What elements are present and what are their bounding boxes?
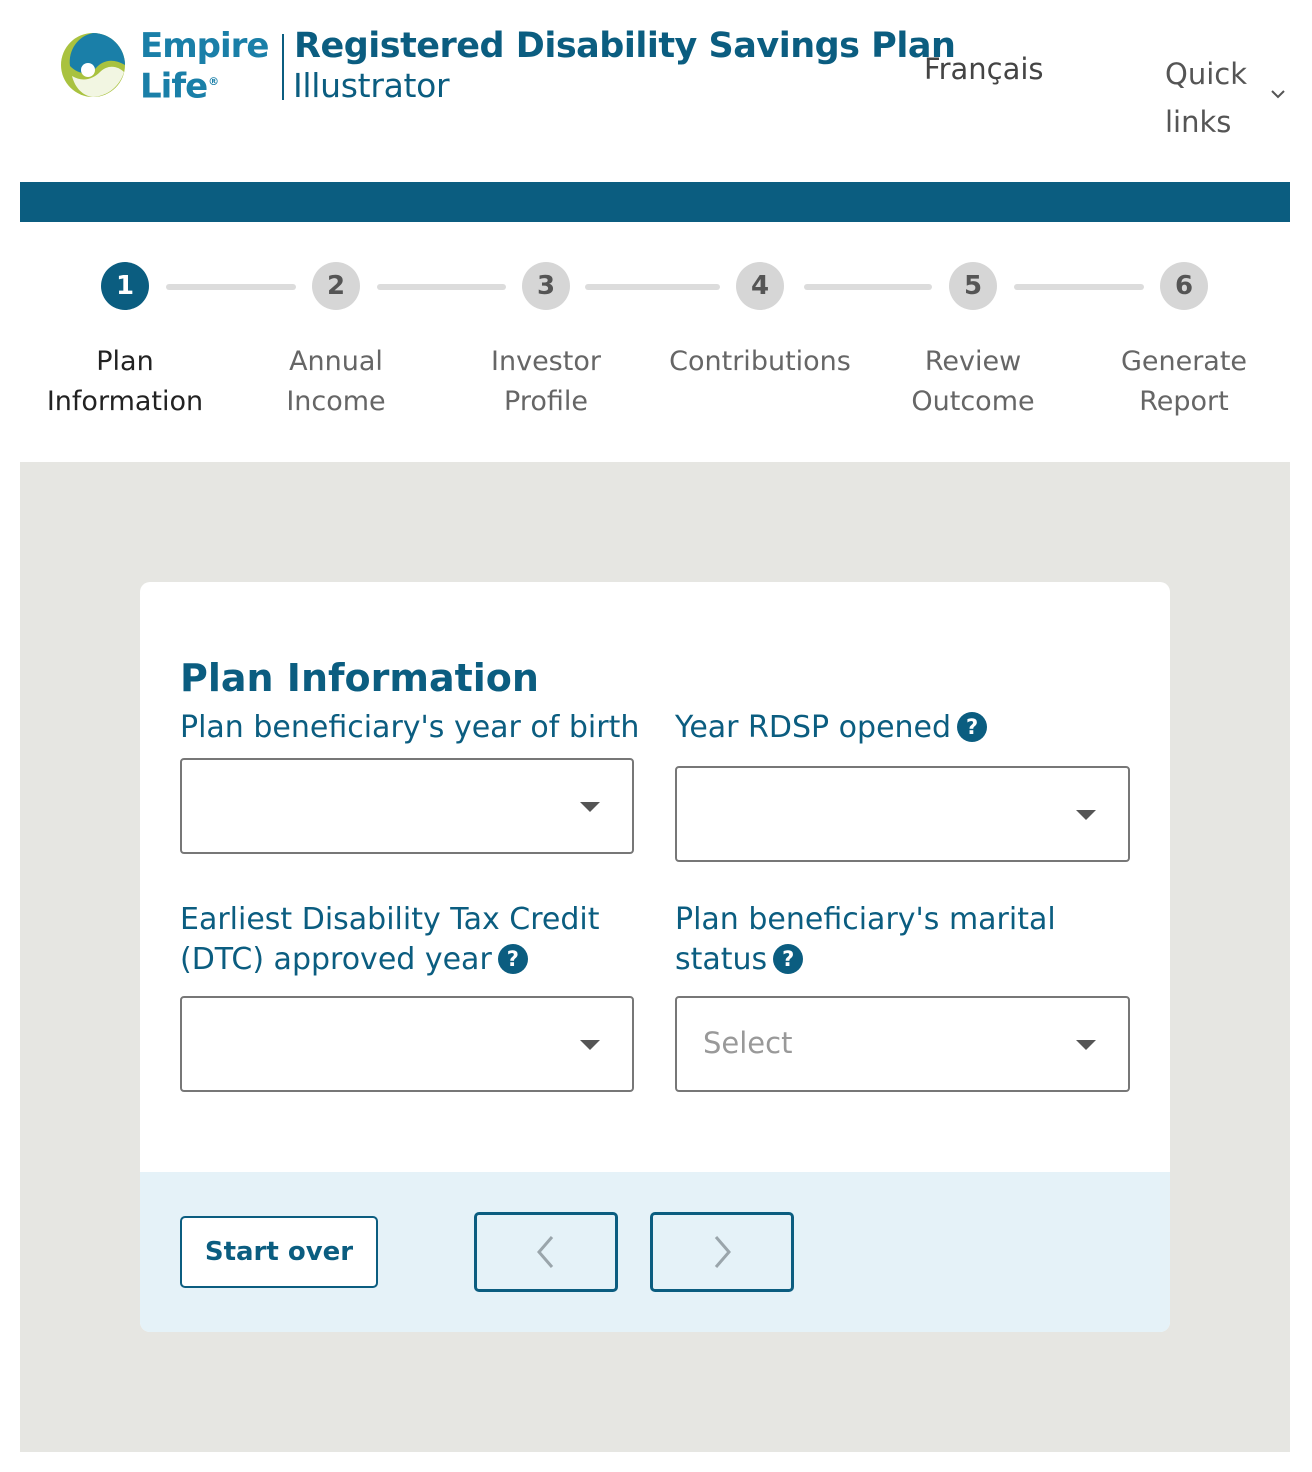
step-2-indicator[interactable]: 2: [312, 262, 360, 310]
step-1-label[interactable]: Plan Information: [25, 342, 225, 422]
step-connector: [166, 284, 296, 290]
header-bar: [20, 182, 1290, 222]
chevron-right-icon: [714, 1236, 731, 1268]
quick-links-menu[interactable]: Quick links: [1165, 50, 1260, 146]
form-footer: Start over: [140, 1172, 1170, 1332]
step-3-label[interactable]: Investor Profile: [446, 342, 646, 422]
rdsp-opened-label: Year RDSP opened?: [675, 708, 988, 748]
brand-line-2: Life®: [140, 66, 219, 107]
help-icon[interactable]: ?: [957, 712, 988, 742]
step-6-indicator[interactable]: 6: [1160, 262, 1208, 310]
site-header: Empire Life® Registered Disability Savin…: [0, 0, 1312, 182]
step-4-indicator[interactable]: 4: [736, 262, 784, 310]
dropdown-caret-icon: [580, 1040, 600, 1050]
app-subtitle: Illustrator: [293, 66, 450, 105]
dropdown-caret-icon: [1076, 1040, 1096, 1050]
step-3-indicator[interactable]: 3: [522, 262, 570, 310]
birth-year-select[interactable]: [180, 758, 634, 854]
app-title: Registered Disability Savings Plan: [294, 26, 956, 66]
step-connector: [377, 284, 506, 290]
language-toggle-link[interactable]: Français: [924, 52, 1044, 86]
chevron-down-icon[interactable]: [1270, 86, 1286, 102]
dropdown-caret-icon: [580, 802, 600, 812]
marital-status-select[interactable]: Select: [675, 996, 1130, 1092]
step-4-label[interactable]: Contributions: [660, 342, 860, 382]
step-5-indicator[interactable]: 5: [949, 262, 997, 310]
help-icon[interactable]: ?: [773, 944, 804, 974]
rdsp-opened-select[interactable]: [675, 766, 1130, 862]
marital-status-placeholder: Select: [703, 1026, 793, 1060]
dropdown-caret-icon: [1076, 810, 1096, 820]
plan-information-card: Plan Information Plan beneficiary's year…: [140, 582, 1170, 1332]
step-5-label[interactable]: Review Outcome: [873, 342, 1073, 422]
birth-year-label: Plan beneficiary's year of birth: [180, 710, 640, 745]
next-button[interactable]: [650, 1212, 794, 1292]
step-2-label[interactable]: Annual Income: [236, 342, 436, 422]
start-over-button[interactable]: Start over: [180, 1216, 378, 1288]
dtc-year-label: Earliest Disability Tax Credit (DTC) app…: [180, 902, 600, 977]
step-6-label[interactable]: Generate Report: [1084, 342, 1284, 422]
dtc-year-select[interactable]: [180, 996, 634, 1092]
step-connector: [585, 284, 720, 290]
brand-name: Empire Life®: [140, 28, 276, 108]
step-1-indicator[interactable]: 1: [101, 262, 149, 310]
registered-mark: ®: [208, 75, 219, 88]
brand-line-1: Empire: [140, 26, 269, 66]
help-icon[interactable]: ?: [497, 944, 528, 974]
previous-button[interactable]: [474, 1212, 618, 1292]
chevron-left-icon: [537, 1236, 554, 1268]
page-title: Plan Information: [180, 656, 539, 700]
step-connector: [1014, 284, 1144, 290]
empire-life-logo-icon[interactable]: [58, 30, 128, 100]
step-connector: [804, 284, 932, 290]
marital-status-label: Plan beneficiary's marital status?: [675, 902, 1056, 977]
brand-divider: [282, 34, 284, 100]
